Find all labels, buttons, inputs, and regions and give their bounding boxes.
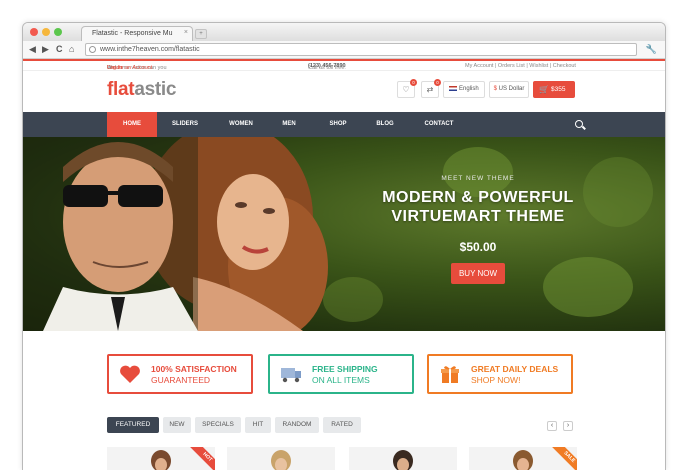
new-tab-button[interactable]: + <box>195 29 207 39</box>
feature-title: GREAT DAILY DEALS <box>471 364 559 374</box>
feature-subtitle: SHOP NOW! <box>471 375 521 385</box>
site-header: flatastic ♡ 0 ⇄ 0 English $ US Dollar 🛒 … <box>23 73 665 111</box>
currency-label: US Dollar <box>498 86 525 92</box>
currency-symbol: $ <box>493 86 497 92</box>
tab-new[interactable]: NEW <box>163 417 191 433</box>
product-card[interactable]: SALE <box>469 447 577 470</box>
tab-featured[interactable]: FEATURED <box>107 417 159 433</box>
product-image <box>271 450 291 470</box>
hero-title-line2: VIRTUEMART THEME <box>391 208 565 225</box>
feature-shipping: FREE SHIPPING ON ALL ITEMS <box>268 354 414 394</box>
browser-window: Flatastic - Responsive Mu × + ◀ ▶ C ⌂ ww… <box>22 22 666 470</box>
home-icon[interactable]: ⌂ <box>69 44 74 55</box>
currency-select[interactable]: $ US Dollar <box>489 81 529 98</box>
nav-shop[interactable]: SHOP <box>317 112 359 137</box>
wishlist-badge: 0 <box>410 79 417 86</box>
search-icon[interactable] <box>575 120 583 128</box>
site-logo[interactable]: flatastic <box>107 79 176 101</box>
top-info-bar: Welcome visitor can you Log In or Create… <box>23 61 665 71</box>
hero-price: $50.00 <box>459 240 497 254</box>
heart-icon: ♡ <box>402 85 410 94</box>
models-photo <box>23 137 328 331</box>
feature-satisfaction: 100% SATISFACTION GUARANTEED <box>107 354 253 394</box>
create-account-link[interactable]: Create an Account <box>107 65 152 71</box>
language-select[interactable]: English <box>443 81 485 98</box>
nav-women[interactable]: WOMEN <box>217 112 265 137</box>
forward-arrow-icon[interactable]: ▶ <box>42 44 49 55</box>
compare-badge: 0 <box>434 79 441 86</box>
title-bar: Flatastic - Responsive Mu × + <box>23 23 665 41</box>
nav-men[interactable]: MEN <box>269 112 309 137</box>
nav-home[interactable]: HOME <box>107 112 157 137</box>
slider-pagination <box>333 323 348 331</box>
compare-icon: ⇄ <box>426 85 434 94</box>
foliage <box>583 157 653 227</box>
main-navigation: HOME SLIDERS WOMEN MEN SHOP BLOG CONTACT <box>23 112 665 137</box>
reload-icon[interactable]: C <box>56 44 63 55</box>
account-links[interactable]: My Account | Orders List | Wishlist | Ch… <box>465 63 576 69</box>
feature-subtitle: ON ALL ITEMS <box>312 375 370 385</box>
heart-icon <box>120 365 140 383</box>
browser-tab[interactable]: Flatastic - Responsive Mu × <box>81 26 193 41</box>
compare-button[interactable]: ⇄ 0 <box>421 79 441 98</box>
page-viewport: Welcome visitor can you Log In or Create… <box>23 59 665 470</box>
tab-specials[interactable]: SPECIALS <box>195 417 241 433</box>
minimize-window-button[interactable] <box>42 28 50 36</box>
cart-icon: 🛒 <box>539 85 549 94</box>
wishlist-button[interactable]: ♡ 0 <box>397 79 417 98</box>
feature-boxes: 100% SATISFACTION GUARANTEED FREE SHIPPI… <box>23 354 665 396</box>
close-window-button[interactable] <box>30 28 38 36</box>
nav-blog[interactable]: BLOG <box>365 112 405 137</box>
browser-toolbar: ◀ ▶ C ⌂ www.inthe7heaven.com/flatastic 🔧 <box>23 41 665 59</box>
hero-slider: MEET NEW THEME MODERN & POWERFUL VIRTUEM… <box>23 137 665 331</box>
tab-rated[interactable]: RATED <box>323 417 361 433</box>
product-card[interactable]: HOT <box>107 447 215 470</box>
cart-button[interactable]: 🛒 $355 <box>533 81 575 98</box>
tab-close-icon[interactable]: × <box>184 29 188 36</box>
carousel-next-button[interactable]: › <box>563 421 573 431</box>
tab-random[interactable]: RANDOM <box>275 417 319 433</box>
feature-title: 100% SATISFACTION <box>151 364 237 374</box>
nav-sliders[interactable]: SLIDERS <box>161 112 209 137</box>
nav-contact[interactable]: CONTACT <box>415 112 463 137</box>
truck-icon <box>281 368 301 383</box>
page-icon <box>89 46 96 53</box>
buy-now-button[interactable]: BUY NOW <box>450 263 506 284</box>
hero-caption: MEET NEW THEME MODERN & POWERFUL VIRTUEM… <box>373 175 583 284</box>
cart-total: $355 <box>551 86 566 93</box>
product-image <box>393 450 413 470</box>
language-label: English <box>458 86 479 92</box>
feature-deals: GREAT DAILY DEALS SHOP NOW! <box>427 354 573 394</box>
product-card[interactable] <box>349 447 457 470</box>
hero-title-line1: MODERN & POWERFUL <box>382 189 574 206</box>
url-text: www.inthe7heaven.com/flatastic <box>100 46 200 53</box>
feature-subtitle: GUARANTEED <box>151 375 211 385</box>
back-arrow-icon[interactable]: ◀ <box>29 44 36 55</box>
carousel-prev-button[interactable]: ‹ <box>547 421 557 431</box>
flag-icon <box>449 85 458 91</box>
wrench-icon[interactable]: 🔧 <box>646 44 657 55</box>
tab-title: Flatastic - Responsive Mu <box>92 30 173 37</box>
product-card[interactable] <box>227 447 335 470</box>
maximize-window-button[interactable] <box>54 28 62 36</box>
tab-hit[interactable]: HIT <box>245 417 271 433</box>
phone-text: Call us toll free: (123) 456-7890 <box>308 63 346 71</box>
address-bar[interactable]: www.inthe7heaven.com/flatastic <box>85 43 637 56</box>
hero-eyebrow: MEET NEW THEME <box>441 175 515 182</box>
gift-icon <box>441 366 459 383</box>
feature-title: FREE SHIPPING <box>312 364 378 374</box>
